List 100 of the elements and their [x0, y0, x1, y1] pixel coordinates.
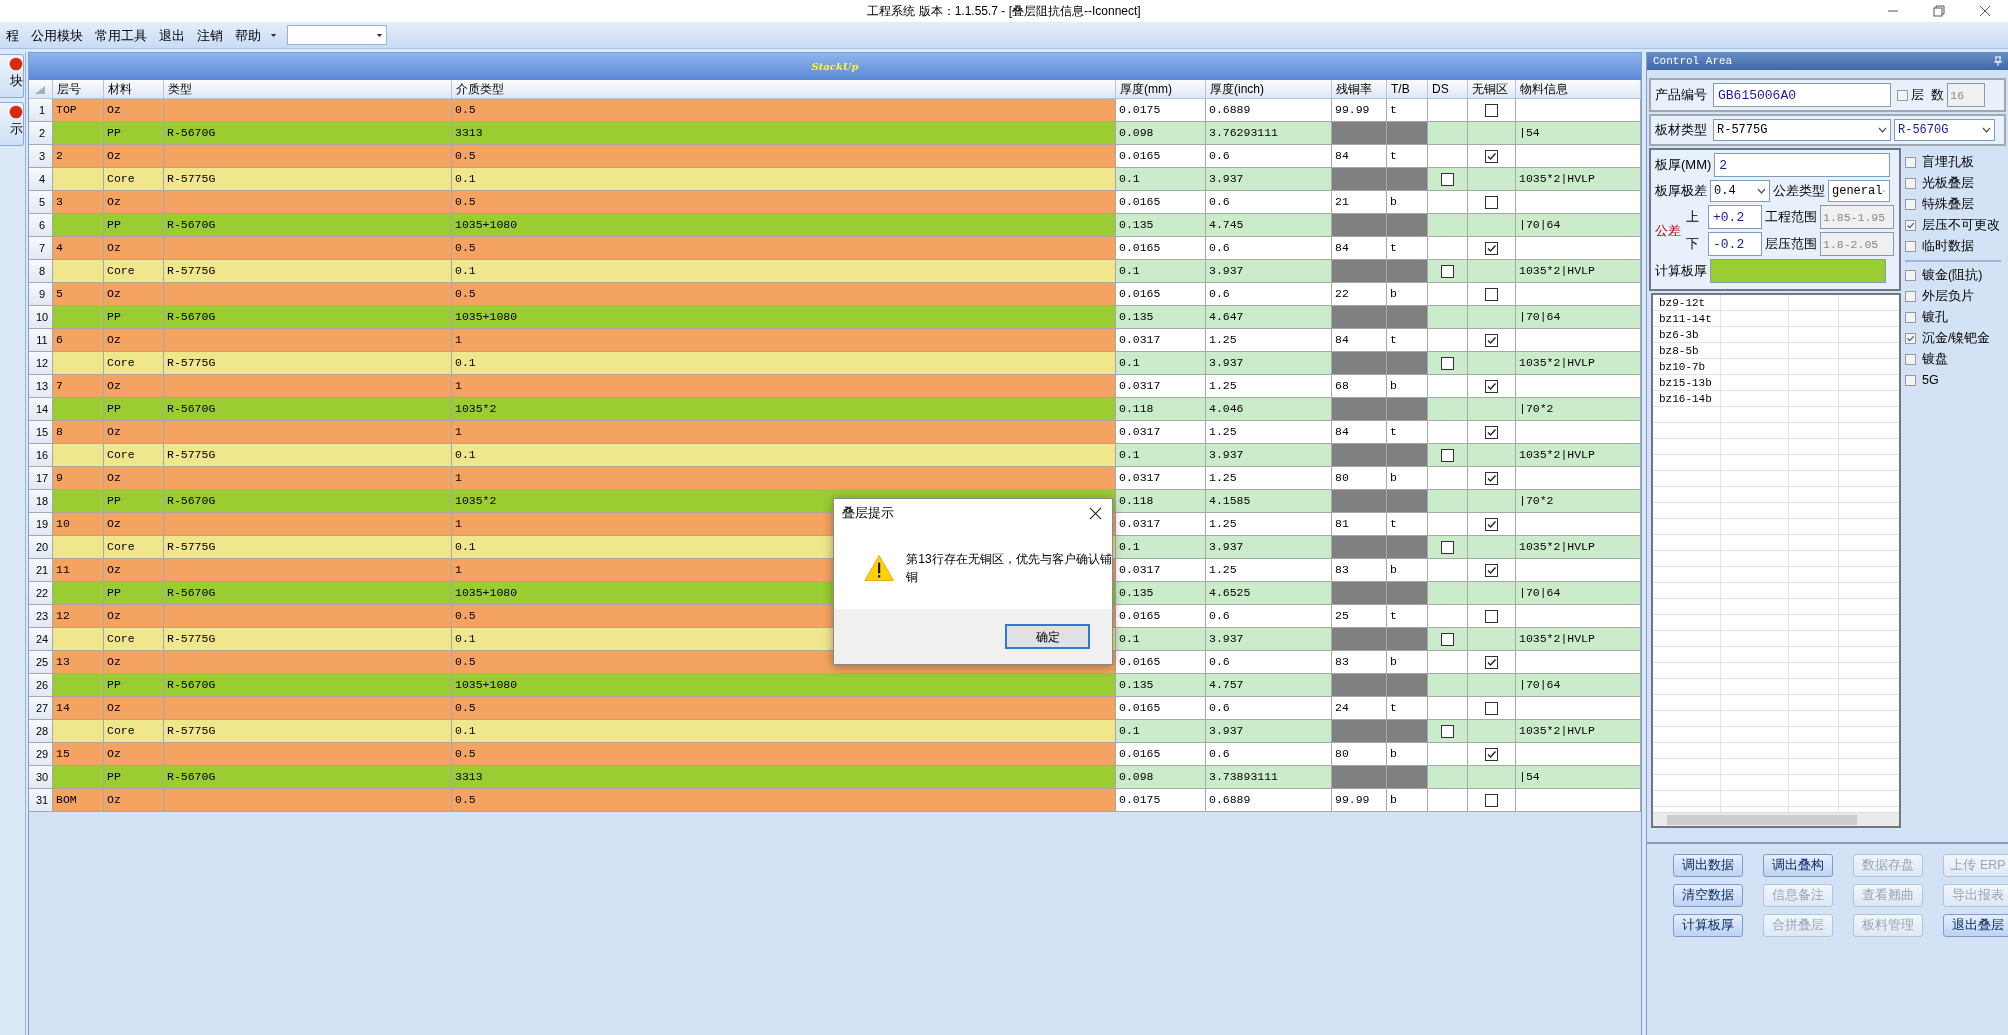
checkbox[interactable]	[1905, 241, 1916, 252]
table-cell: PP	[104, 766, 164, 789]
close-icon[interactable]	[1089, 506, 1102, 520]
list-item[interactable]: bz11-14t	[1653, 311, 1720, 327]
side-button[interactable]: 块	[0, 54, 24, 98]
button[interactable]: 调出叠构	[1763, 854, 1833, 877]
menu-item[interactable]: 公用模块	[25, 21, 89, 49]
table-cell: 0.0317	[1116, 513, 1206, 536]
checkbox[interactable]	[1485, 701, 1498, 715]
input-field[interactable]: -0.2	[1708, 232, 1762, 256]
list-item[interactable]: bz16-14b	[1653, 391, 1720, 407]
checkbox[interactable]	[1441, 632, 1454, 646]
table-cell	[1387, 398, 1428, 421]
checkbox[interactable]	[1897, 89, 1908, 101]
table-cell: b	[1387, 375, 1428, 398]
button[interactable]: 退出叠层	[1943, 914, 2008, 937]
row-number: 10	[29, 306, 53, 329]
list-item[interactable]: bz10-7b	[1653, 359, 1720, 375]
dropdown[interactable]: R-5775G	[1713, 119, 1891, 141]
checkbox[interactable]	[1485, 103, 1498, 117]
checkbox[interactable]	[1485, 747, 1498, 761]
checkbox[interactable]	[1905, 178, 1916, 189]
checkbox[interactable]	[1485, 379, 1498, 393]
checkbox[interactable]	[1485, 149, 1498, 163]
table-cell: 0.1	[1116, 260, 1206, 283]
menu-item[interactable]: 注销	[191, 21, 229, 49]
menu-item[interactable]: 程	[0, 21, 25, 49]
ok-button[interactable]: 确定	[1005, 624, 1090, 649]
table-cell: 0.1	[1116, 720, 1206, 743]
checkbox[interactable]	[1485, 287, 1498, 301]
checkbox[interactable]	[1441, 724, 1454, 738]
list-item[interactable]: bz6-3b	[1653, 327, 1720, 343]
checkbox[interactable]	[1905, 199, 1916, 210]
checkbox[interactable]	[1485, 609, 1498, 623]
column-header[interactable]: 层号	[53, 80, 104, 99]
menu-item[interactable]: 帮助	[229, 21, 283, 49]
checkbox[interactable]	[1905, 157, 1916, 168]
button[interactable]: 调出数据	[1673, 854, 1743, 877]
dropdown[interactable]: general	[1828, 180, 1890, 202]
input-field[interactable]: +0.2	[1708, 205, 1762, 229]
table-cell	[1387, 766, 1428, 789]
column-header[interactable]: 残铜率	[1332, 80, 1387, 99]
table-cell: 0.1	[1116, 352, 1206, 375]
column-header[interactable]: 物料信息	[1516, 80, 1641, 99]
checkbox-label: 镀金(阻抗)	[1922, 267, 1983, 285]
table-cell: 14	[53, 697, 104, 720]
checkbox[interactable]	[1485, 241, 1498, 255]
menu-item[interactable]: 退出	[153, 21, 191, 49]
column-header[interactable]: 介质类型	[452, 80, 1116, 99]
dropdown[interactable]: 0.4	[1710, 180, 1770, 202]
checkbox[interactable]	[1485, 517, 1498, 531]
list-item[interactable]: bz9-12t	[1653, 295, 1720, 311]
checkbox[interactable]	[1905, 220, 1916, 231]
column-header[interactable]: 厚度(inch)	[1206, 80, 1332, 99]
checkbox[interactable]	[1485, 471, 1498, 485]
column-header[interactable]: DS	[1428, 80, 1468, 99]
menu-item[interactable]: 常用工具	[89, 21, 153, 49]
checkbox[interactable]	[1905, 375, 1916, 386]
list-item[interactable]: bz8-5b	[1653, 343, 1720, 359]
field-label: 板厚(MM)	[1655, 156, 1712, 175]
checkbox[interactable]	[1441, 172, 1454, 186]
input-field[interactable]: GB615006A0	[1713, 83, 1891, 107]
checkbox[interactable]	[1485, 333, 1498, 347]
checkbox[interactable]	[1905, 312, 1916, 323]
table-cell: 15	[53, 743, 104, 766]
table-cell	[1387, 306, 1428, 329]
checkbox[interactable]	[1485, 655, 1498, 669]
column-header[interactable]: 无铜区	[1468, 80, 1516, 99]
row-number: 14	[29, 398, 53, 421]
row-number: 29	[29, 743, 53, 766]
dropdown[interactable]: R-5670G	[1894, 119, 1995, 141]
table-cell: 68	[1332, 375, 1387, 398]
checkbox[interactable]	[1441, 448, 1454, 462]
column-header[interactable]: 类型	[164, 80, 452, 99]
checkbox-label: 临时数据	[1922, 238, 1974, 256]
table-cell: R-5775G	[164, 628, 452, 651]
row-number: 17	[29, 467, 53, 490]
button[interactable]: 清空数据	[1673, 884, 1743, 907]
table-cell	[1387, 490, 1428, 513]
checkbox[interactable]	[1485, 425, 1498, 439]
checkbox[interactable]	[1905, 333, 1916, 344]
list-item[interactable]: bz15-13b	[1653, 375, 1720, 391]
pin-icon[interactable]	[1994, 56, 2002, 66]
checkbox[interactable]	[1485, 793, 1498, 807]
checkbox[interactable]	[1905, 291, 1916, 302]
column-header[interactable]: 材料	[104, 80, 164, 99]
column-header[interactable]: T/B	[1387, 80, 1428, 99]
checkbox[interactable]	[1485, 563, 1498, 577]
checkbox[interactable]	[1441, 264, 1454, 278]
checkbox[interactable]	[1485, 195, 1498, 209]
checkbox[interactable]	[1441, 356, 1454, 370]
checkbox[interactable]	[1441, 540, 1454, 554]
column-header[interactable]: 厚度(mm)	[1116, 80, 1206, 99]
checkbox[interactable]	[1905, 354, 1916, 365]
side-button[interactable]: 示	[0, 102, 24, 146]
table-cell: t	[1387, 421, 1428, 444]
input-field[interactable]: 2	[1714, 153, 1891, 177]
checkbox[interactable]	[1905, 270, 1916, 281]
scrollbar[interactable]	[1653, 812, 1899, 826]
button[interactable]: 计算板厚	[1673, 914, 1743, 937]
